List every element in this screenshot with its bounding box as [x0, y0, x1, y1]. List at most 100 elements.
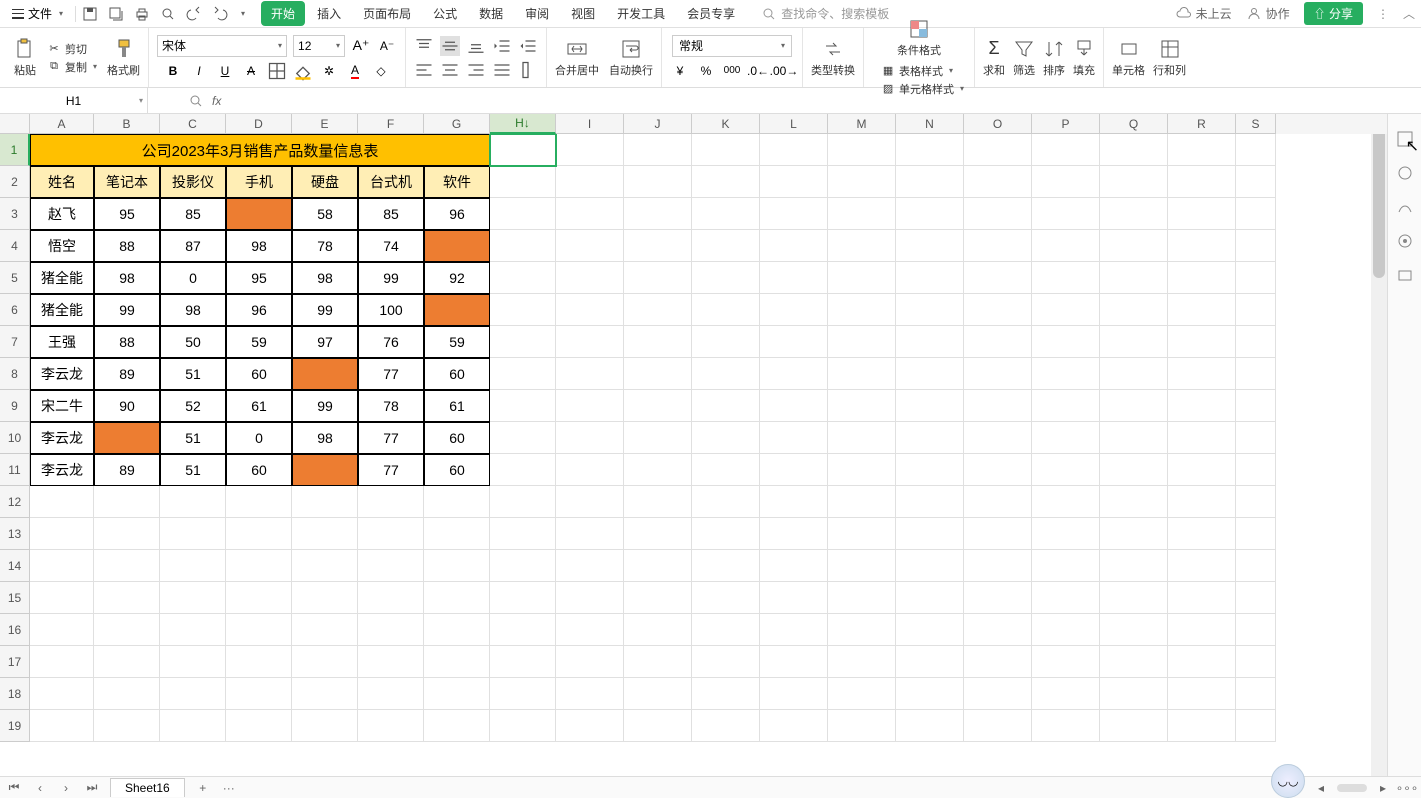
cell[interactable] [358, 614, 424, 646]
row-header[interactable]: 19 [0, 710, 30, 742]
table-cell[interactable]: 60 [226, 358, 292, 390]
cell[interactable] [1032, 262, 1100, 294]
cell[interactable] [226, 646, 292, 678]
cell[interactable] [1168, 486, 1236, 518]
column-header[interactable]: O [964, 114, 1032, 134]
cell[interactable] [424, 550, 490, 582]
table-cell[interactable] [292, 454, 358, 486]
cell[interactable] [1168, 230, 1236, 262]
cell[interactable] [1032, 646, 1100, 678]
cell[interactable] [692, 614, 760, 646]
cond-format-button[interactable]: 条件格式 [897, 18, 941, 58]
cell[interactable] [964, 614, 1032, 646]
cell[interactable] [692, 422, 760, 454]
align-top-icon[interactable] [414, 36, 434, 56]
cell[interactable] [1236, 230, 1276, 262]
save-icon[interactable] [82, 6, 98, 22]
cell[interactable] [760, 166, 828, 198]
cell[interactable] [896, 294, 964, 326]
table-cell[interactable]: 90 [94, 390, 160, 422]
currency-icon[interactable]: ¥ [670, 61, 690, 81]
tab-devtools[interactable]: 开发工具 [607, 1, 675, 26]
command-search[interactable]: 查找命令、搜索模板 [761, 5, 889, 22]
increase-font-icon[interactable]: A⁺ [351, 36, 371, 56]
cell[interactable] [556, 710, 624, 742]
cell[interactable] [94, 486, 160, 518]
cell[interactable] [896, 454, 964, 486]
redo-icon[interactable] [212, 6, 228, 22]
cell[interactable] [896, 518, 964, 550]
cell[interactable] [692, 550, 760, 582]
cell[interactable] [692, 198, 760, 230]
cell[interactable] [896, 486, 964, 518]
cell[interactable] [964, 550, 1032, 582]
table-cell[interactable]: 77 [358, 358, 424, 390]
column-header[interactable]: Q [1100, 114, 1168, 134]
cell[interactable] [94, 582, 160, 614]
cell[interactable] [292, 678, 358, 710]
table-cell[interactable]: 87 [160, 230, 226, 262]
cell[interactable] [1032, 710, 1100, 742]
cell[interactable] [1168, 294, 1236, 326]
cell[interactable] [760, 614, 828, 646]
cell[interactable] [760, 678, 828, 710]
cell[interactable] [1236, 358, 1276, 390]
table-cell[interactable] [94, 422, 160, 454]
cell[interactable] [556, 422, 624, 454]
fill-color-icon[interactable] [293, 61, 313, 81]
cell[interactable] [624, 166, 692, 198]
cell[interactable] [490, 710, 556, 742]
cell[interactable] [160, 550, 226, 582]
align-right-icon[interactable] [466, 60, 486, 80]
cell[interactable] [692, 518, 760, 550]
cell[interactable] [1100, 710, 1168, 742]
cell[interactable] [1032, 166, 1100, 198]
cell[interactable] [896, 614, 964, 646]
selected-cell[interactable] [490, 134, 556, 166]
cell[interactable] [760, 454, 828, 486]
cell[interactable] [828, 582, 896, 614]
cell[interactable] [624, 294, 692, 326]
cell[interactable] [896, 230, 964, 262]
cell[interactable] [760, 390, 828, 422]
cell[interactable] [1100, 166, 1168, 198]
table-header[interactable]: 台式机 [358, 166, 424, 198]
table-cell[interactable]: 0 [160, 262, 226, 294]
cell[interactable] [556, 486, 624, 518]
cell[interactable] [1168, 550, 1236, 582]
cell[interactable] [1236, 326, 1276, 358]
cell[interactable] [358, 678, 424, 710]
row-header[interactable]: 11 [0, 454, 30, 486]
cell[interactable] [760, 230, 828, 262]
cell[interactable] [624, 134, 692, 166]
table-cell[interactable]: 76 [358, 326, 424, 358]
cell[interactable] [692, 294, 760, 326]
table-cell[interactable]: 88 [94, 230, 160, 262]
cell[interactable] [490, 358, 556, 390]
cell[interactable] [896, 262, 964, 294]
cell[interactable] [556, 262, 624, 294]
cell[interactable] [556, 390, 624, 422]
table-header[interactable]: 软件 [424, 166, 490, 198]
cell[interactable] [292, 646, 358, 678]
cell[interactable] [424, 486, 490, 518]
cell[interactable] [760, 262, 828, 294]
tab-formula[interactable]: 公式 [423, 1, 467, 26]
cell[interactable] [760, 198, 828, 230]
cell[interactable] [30, 582, 94, 614]
formula-bar[interactable]: fx [148, 93, 1421, 109]
add-sheet-icon[interactable]: + [195, 780, 211, 796]
cell[interactable] [556, 614, 624, 646]
cell[interactable] [828, 486, 896, 518]
row-header[interactable]: 7 [0, 326, 30, 358]
sum-button[interactable]: Σ求和 [983, 38, 1005, 78]
status-more-icon[interactable]: ∘∘∘ [1399, 780, 1415, 796]
cell[interactable] [828, 454, 896, 486]
sheet-nav-prev-icon[interactable]: ‹ [32, 780, 48, 796]
cell[interactable] [1100, 198, 1168, 230]
tab-data[interactable]: 数据 [469, 1, 513, 26]
cell[interactable] [624, 198, 692, 230]
merge-button[interactable]: 合并居中 [555, 38, 599, 78]
indent-decrease-icon[interactable] [492, 36, 512, 56]
cell[interactable] [1100, 390, 1168, 422]
